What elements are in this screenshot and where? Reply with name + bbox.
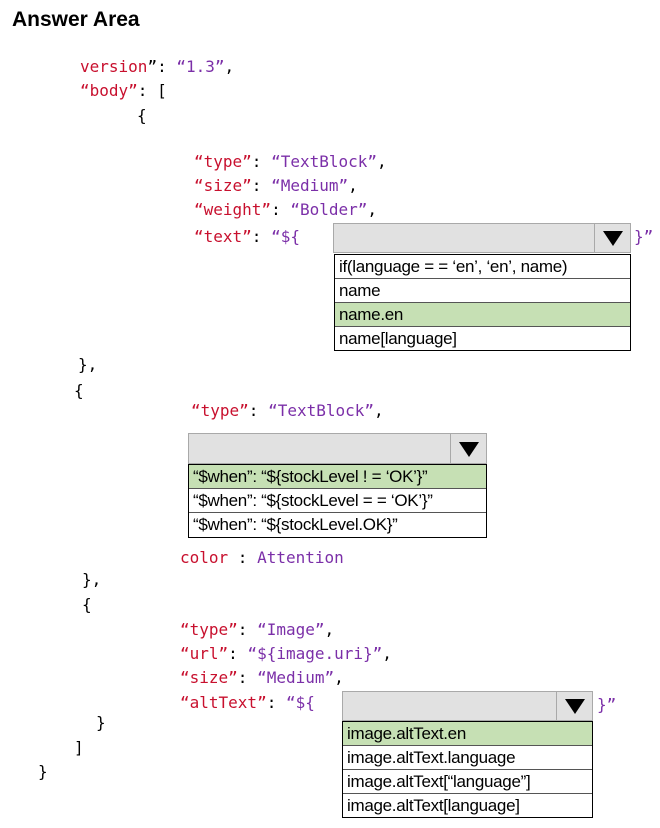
code-line-size: “size”: “Medium”, xyxy=(180,668,344,687)
dropdown-2-select[interactable] xyxy=(188,433,487,464)
code-brace: } xyxy=(96,713,106,732)
triangle-down-icon xyxy=(602,231,623,246)
code-line-alttext: “altText”: “${ xyxy=(180,693,315,712)
dropdown-1-option[interactable]: name[language] xyxy=(335,327,630,351)
dropdown-1-option[interactable]: if(language = = ‘en’, ‘en’, name) xyxy=(335,255,630,279)
code-line-type: “type”: “TextBlock”, xyxy=(194,152,387,171)
code-text-suffix: }” xyxy=(634,227,654,246)
dropdown-3-toggle[interactable] xyxy=(556,692,592,720)
code-bracket: ] xyxy=(74,738,84,757)
dropdown-1-toggle[interactable] xyxy=(594,224,630,252)
code-line-url: “url”: “${image.uri}”, xyxy=(180,644,392,663)
code-brace: { xyxy=(82,595,92,614)
code-brace: }, xyxy=(82,570,102,589)
code-line-color: color : Attention xyxy=(180,548,344,567)
dropdown-3-option[interactable]: image.altText[language] xyxy=(343,794,592,818)
triangle-down-icon xyxy=(458,441,479,457)
code-line-size: “size”: “Medium”, xyxy=(194,176,358,195)
code-brace: { xyxy=(137,106,147,125)
dropdown-1-option-selected[interactable]: name.en xyxy=(335,303,630,327)
code-line-version: version”: “1.3”, xyxy=(80,57,235,76)
code-line-type: “type”: “TextBlock”, xyxy=(191,401,384,420)
dropdown-2-options: “$when”: “${stockLevel ! = ‘OK’}” “$when… xyxy=(188,464,487,538)
code-brace: } xyxy=(38,762,48,781)
json-key: “body” xyxy=(80,81,138,100)
dropdown-2-option[interactable]: “$when”: “${stockLevel.OK}” xyxy=(189,513,486,537)
dropdown-2-option-selected[interactable]: “$when”: “${stockLevel ! = ‘OK’}” xyxy=(189,465,486,489)
code-line-weight: “weight”: “Bolder”, xyxy=(194,200,378,219)
dropdown-3-option[interactable]: image.altText.language xyxy=(343,746,592,770)
dropdown-1-options: if(language = = ‘en’, ‘en’, name) name n… xyxy=(334,254,631,351)
dropdown-2-option[interactable]: “$when”: “${stockLevel = = ‘OK’}” xyxy=(189,489,486,513)
dropdown-3-option[interactable]: image.altText[“language”] xyxy=(343,770,592,794)
dropdown-1-option[interactable]: name xyxy=(335,279,630,303)
code-line-body: “body”: [ xyxy=(80,81,167,100)
json-key: version xyxy=(80,57,148,76)
triangle-down-icon xyxy=(564,699,585,714)
answer-area-title: Answer Area xyxy=(12,8,140,31)
dropdown-3-option-selected[interactable]: image.altText.en xyxy=(343,722,592,746)
code-brace: { xyxy=(74,381,84,400)
code-line-type: “type”: “Image”, xyxy=(180,620,335,639)
code-line-text: “text”: “${ xyxy=(194,227,300,246)
dropdown-3-select[interactable] xyxy=(342,691,593,721)
dropdown-3-options: image.altText.en image.altText.language … xyxy=(342,721,593,818)
json-value: “1.3” xyxy=(176,57,225,76)
dropdown-1-select[interactable] xyxy=(333,223,631,253)
code-brace: }, xyxy=(78,355,98,374)
dropdown-2-toggle[interactable] xyxy=(450,434,486,463)
code-alttext-suffix: }” xyxy=(597,695,617,714)
